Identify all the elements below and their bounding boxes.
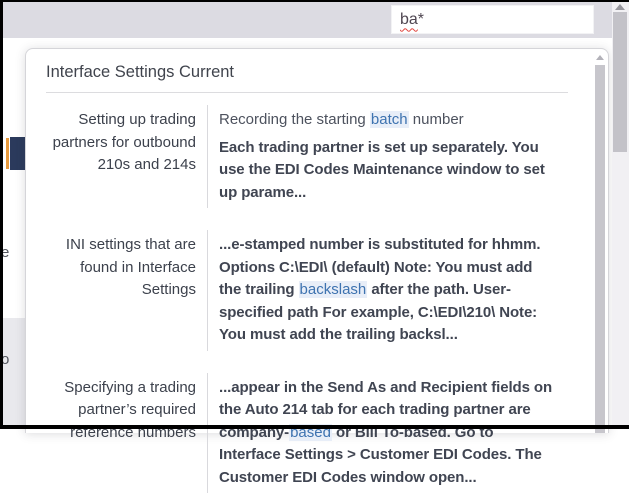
scroll-up-arrow-icon[interactable]: [615, 4, 625, 10]
search-term-highlight: backslash: [299, 281, 368, 298]
page-scrollbar[interactable]: [612, 0, 629, 429]
results-scrollbar[interactable]: [595, 53, 605, 433]
search-result-row[interactable]: Setting up trading partners for outbound…: [46, 105, 568, 208]
search-input-misspelled-text: ba: [400, 11, 418, 29]
result-content: ...e-stamped number is substituted for h…: [207, 230, 568, 351]
result-topic-label: Setting up trading partners for outbound…: [46, 105, 207, 208]
frame-border-bottom: [0, 425, 629, 429]
result-title-post: number: [409, 111, 464, 128]
search-results-panel: Interface Settings Current Setting up tr…: [25, 48, 609, 433]
app-topbar: ba*: [3, 2, 612, 38]
search-result-row[interactable]: INI settings that are found in Interface…: [46, 230, 568, 351]
result-snippet: Each trading partner is set up separatel…: [219, 137, 558, 205]
background-heading-fragment: [10, 137, 25, 170]
results-panel-title: Interface Settings Current: [46, 62, 568, 82]
results-scrollbar-thumb[interactable]: [595, 65, 605, 433]
result-topic-label: Specifying a trading partner’s required …: [46, 373, 207, 493]
result-title: Recording the starting batch number: [219, 109, 558, 132]
search-result-row[interactable]: Specifying a trading partner’s required …: [46, 373, 568, 493]
result-snippet: ...appear in the Send As and Recipient f…: [219, 377, 558, 490]
result-content: ...appear in the Send As and Recipient f…: [207, 373, 568, 493]
result-title-pre: Recording the starting: [219, 111, 370, 128]
background-accent-bar: [6, 138, 9, 169]
title-divider: [46, 92, 568, 93]
frame-border-top: [0, 0, 629, 2]
frame-border-left: [0, 0, 3, 429]
result-snippet: ...e-stamped number is substituted for h…: [219, 234, 558, 347]
search-term-highlight: batch: [370, 111, 409, 128]
scroll-up-arrow-icon[interactable]: [596, 55, 604, 60]
result-content: Recording the starting batch number Each…: [207, 105, 568, 208]
result-topic-label: INI settings that are found in Interface…: [46, 230, 207, 351]
search-input-trailing-text: *: [418, 11, 424, 29]
search-input[interactable]: ba*: [391, 5, 594, 34]
page-scrollbar-thumb[interactable]: [613, 12, 627, 152]
